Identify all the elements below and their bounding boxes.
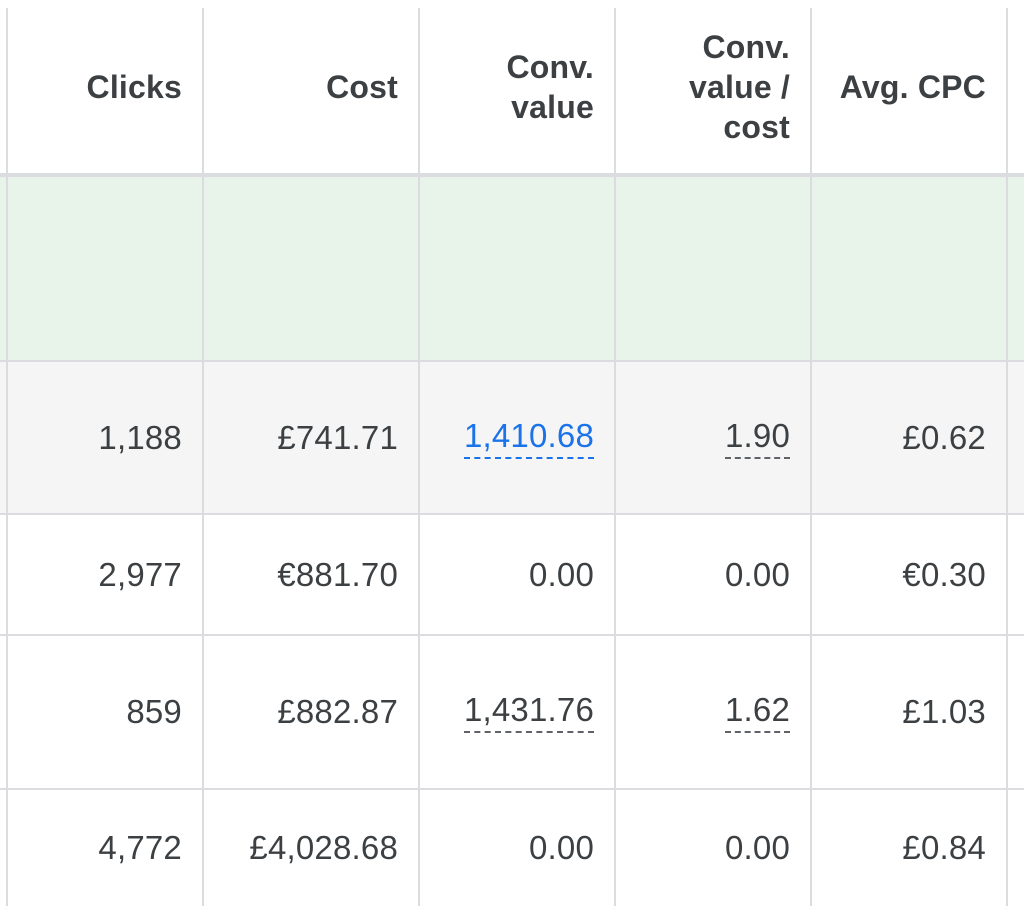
table-row: 2,977 €881.70 0.00 0.00 €0.30 (0, 513, 1024, 634)
cell-conv-value-cost: 0.00 (724, 555, 790, 593)
column-divider (418, 8, 420, 906)
table-header-row: Clicks Cost Conv. value Conv. value / co… (0, 0, 1024, 173)
cell-conv-value-cost: 1.62 (616, 636, 812, 788)
header-cost[interactable]: Cost (204, 0, 420, 173)
column-divider (202, 8, 204, 906)
cell-conv-value-cost: 0.00 (724, 829, 790, 866)
header-clicks-label: Clicks (86, 68, 182, 105)
header-conv-value-cost-line-3: cost (723, 108, 790, 145)
header-conv-value-cost-line-1: Conv. (702, 28, 790, 65)
cell-cost: £4,028.68 (249, 829, 398, 866)
metrics-table: Clicks Cost Conv. value Conv. value / co… (0, 0, 1024, 906)
column-divider (1006, 8, 1008, 906)
cell-cost: £741.71 (277, 418, 398, 456)
cell-conv-value: 1,410.68 (420, 362, 616, 513)
cell-avg-cpc: £0.62 (902, 418, 986, 456)
cell-clicks: 2,977 (98, 555, 182, 593)
cell-conv-value: 0.00 (528, 555, 594, 593)
column-divider (6, 8, 8, 906)
header-clicks[interactable]: Clicks (0, 0, 204, 173)
table-row: 1,188 £741.71 1,410.68 1.90 £0.62 (0, 360, 1024, 513)
cell-cost: £882.87 (277, 693, 398, 730)
conv-value-tooltip[interactable]: 1,431.76 (463, 691, 594, 733)
header-conv-value-cost-line-2: value / (688, 68, 790, 105)
table-row: 4,772 £4,028.68 0.00 0.00 £0.84 (0, 788, 1024, 906)
cell-clicks: 859 (126, 693, 182, 730)
header-avg-cpc-label: Avg. CPC (839, 68, 986, 105)
column-divider (614, 8, 616, 906)
cell-cost: €881.70 (277, 555, 398, 593)
cell-clicks: 1,188 (98, 418, 182, 456)
header-conv-value-line-1: Conv. (506, 48, 594, 85)
cell-avg-cpc: €0.30 (902, 555, 986, 593)
cell-avg-cpc: £1.03 (902, 693, 986, 730)
header-conv-value-cost[interactable]: Conv. value / cost (616, 0, 812, 173)
header-avg-cpc[interactable]: Avg. CPC (812, 0, 1008, 173)
cell-avg-cpc: £0.84 (902, 829, 986, 866)
summary-row (0, 173, 1024, 360)
header-cost-label: Cost (326, 68, 398, 105)
column-divider (810, 8, 812, 906)
conv-value-cost-tooltip[interactable]: 1.90 (724, 417, 790, 459)
table-row: 859 £882.87 1,431.76 1.62 £1.03 (0, 634, 1024, 788)
cell-conv-value: 1,431.76 (420, 636, 616, 788)
conv-value-link[interactable]: 1,410.68 (463, 417, 594, 459)
cell-conv-value-cost: 1.90 (616, 362, 812, 513)
header-conv-value-line-2: value (511, 88, 594, 125)
conv-value-cost-tooltip[interactable]: 1.62 (724, 691, 790, 733)
cell-conv-value: 0.00 (528, 829, 594, 866)
header-conv-value[interactable]: Conv. value (420, 0, 616, 173)
cell-clicks: 4,772 (98, 829, 182, 866)
